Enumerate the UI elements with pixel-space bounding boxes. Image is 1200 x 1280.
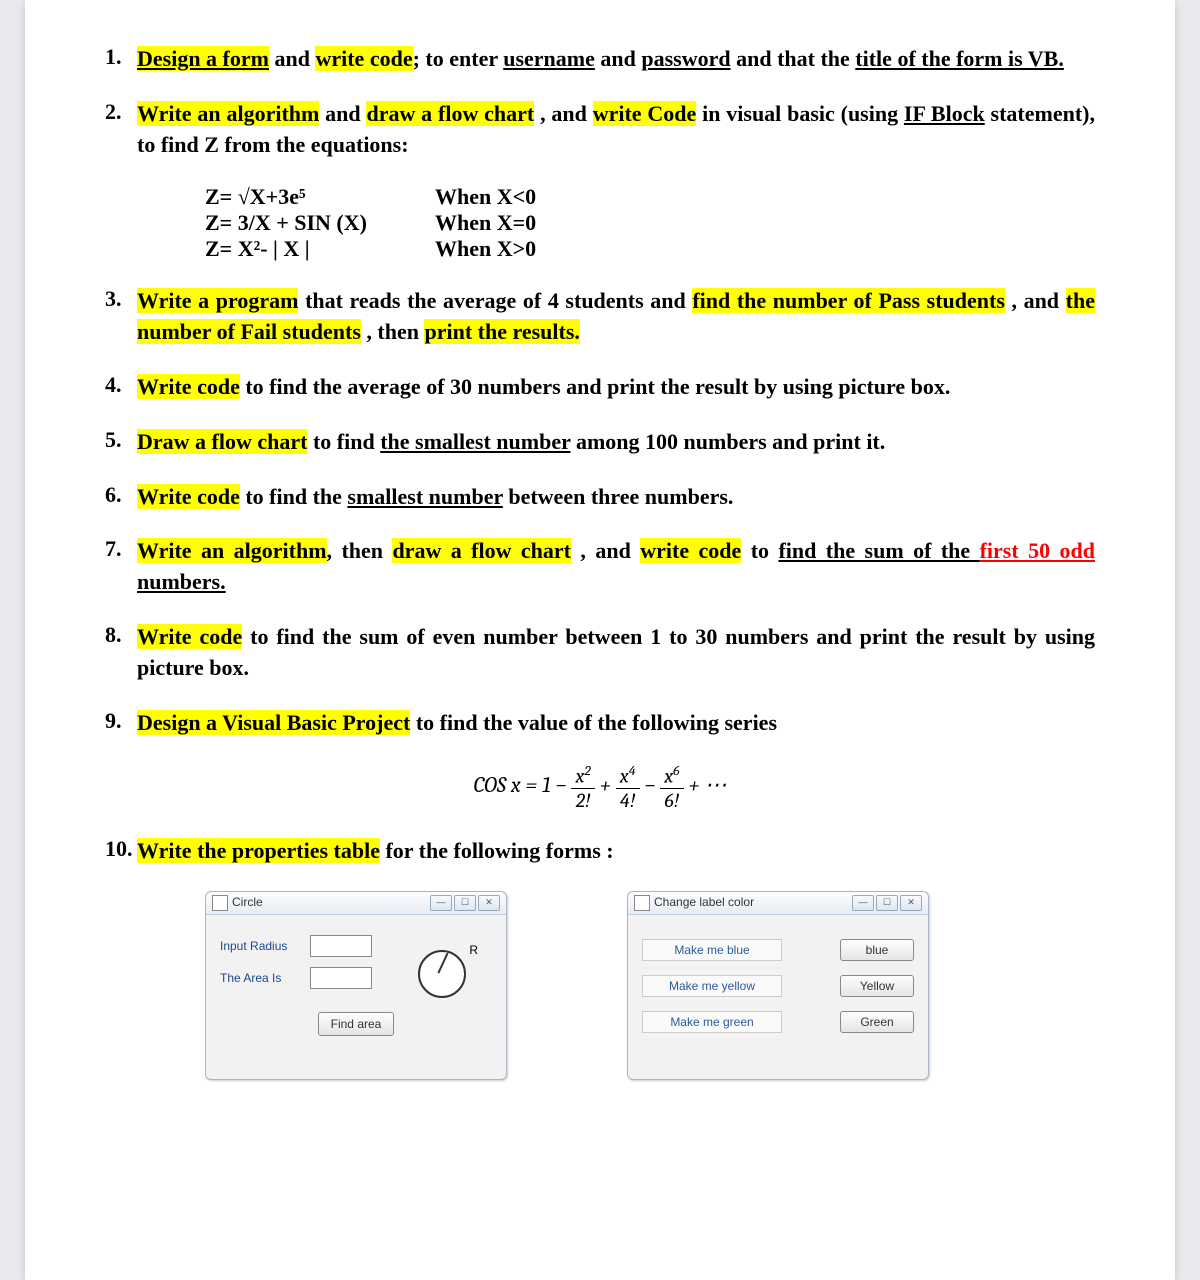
vb-form-circle: Circle — ☐ ✕ Input Radius The Area Is R [205,891,507,1080]
cos-series-formula: COS x = 1 − x22! + x44! − x66! + ⋯ [105,762,1095,812]
q1-hl-2: write code [315,46,412,71]
question-7: 7. Write an algorithm, then draw a flow … [105,536,1095,598]
q1-body: Design a form and write code; to enter u… [137,44,1064,75]
question-10: 10. Write the properties table for the f… [105,836,1095,867]
q2-number: 2. [105,99,137,125]
close-icon[interactable]: ✕ [900,895,922,911]
minimize-icon[interactable]: — [430,895,452,911]
form1-title: Circle [232,895,263,909]
q2-body: Write an algorithm and draw a flow chart… [137,99,1095,161]
maximize-icon[interactable]: ☐ [454,895,476,911]
question-8: 8. Write code to find the sum of even nu… [105,622,1095,684]
vb-form-color: Change label color — ☐ ✕ Make me blue bl… [627,891,929,1080]
form1-titlebar: Circle — ☐ ✕ [206,892,506,915]
q1-number: 1. [105,44,137,70]
question-5: 5. Draw a flow chart to find the smalles… [105,427,1095,458]
question-6: 6. Write code to find the smallest numbe… [105,482,1095,513]
area-output[interactable] [310,967,372,989]
document-page: 1. Design a form and write code; to ente… [25,0,1175,1280]
label-green: Make me green [642,1011,782,1033]
blue-button[interactable]: blue [840,939,914,961]
find-area-button[interactable]: Find area [318,1012,395,1036]
app-icon [212,895,228,911]
question-2: 2. Write an algorithm and draw a flow ch… [105,99,1095,161]
forms-screenshot-row: Circle — ☐ ✕ Input Radius The Area Is R [205,891,1095,1080]
yellow-button[interactable]: Yellow [840,975,914,997]
equations-block: Z= √X+3e⁵When X<0 Z= 3/X + SIN (X)When X… [205,184,1095,262]
question-9: 9. Design a Visual Basic Project to find… [105,708,1095,739]
label-yellow: Make me yellow [642,975,782,997]
green-button[interactable]: Green [840,1011,914,1033]
question-1: 1. Design a form and write code; to ente… [105,44,1095,75]
form2-title: Change label color [654,895,754,909]
minimize-icon[interactable]: — [852,895,874,911]
maximize-icon[interactable]: ☐ [876,895,898,911]
label-blue: Make me blue [642,939,782,961]
form2-titlebar: Change label color — ☐ ✕ [628,892,928,915]
question-4: 4. Write code to find the average of 30 … [105,372,1095,403]
close-icon[interactable]: ✕ [478,895,500,911]
radius-input[interactable] [310,935,372,957]
app-icon [634,895,650,911]
circle-icon [418,950,466,998]
radius-letter: R [469,943,478,957]
question-3: 3. Write a program that reads the averag… [105,286,1095,348]
form2-body: Make me blue blue Make me yellow Yellow … [628,915,928,1079]
q1-hl-1: Design a form [137,46,269,71]
input-radius-label: Input Radius [220,939,310,953]
form1-body: Input Radius The Area Is R Find area [206,915,506,1079]
area-label: The Area Is [220,971,310,985]
